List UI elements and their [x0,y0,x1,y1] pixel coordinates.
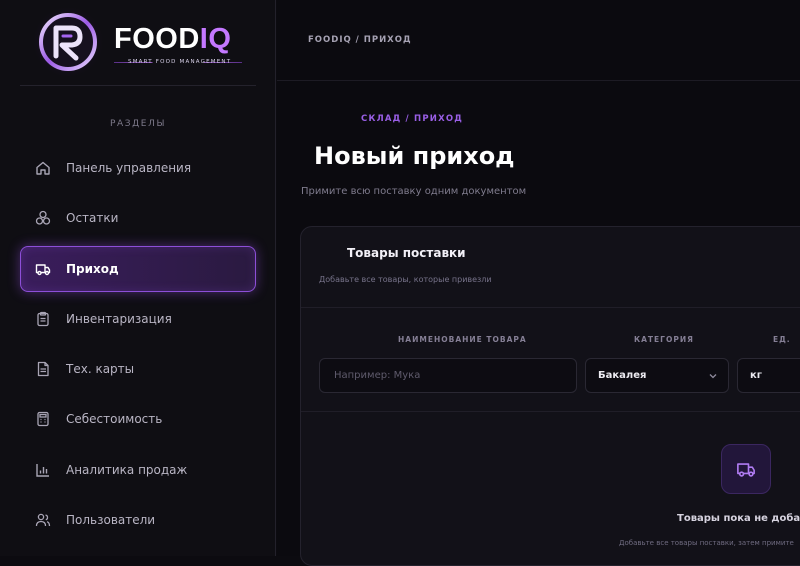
sidebar-item-label: Тех. карты [66,362,135,377]
sidebar-nav: Панель управления Остатки Приход Инвента… [20,145,256,547]
sidebar-item-stock[interactable]: Остатки [20,195,256,241]
category-select-value: Бакалея [598,370,647,381]
breadcrumb: FOODIQ / ПРИХОД [308,35,412,45]
product-name-input[interactable] [332,369,564,382]
sidebar-item-tech-cards[interactable]: Тех. карты [20,346,256,392]
category-select[interactable]: Бакалея [585,358,729,393]
sidebar-item-label: Пользователи [66,513,156,528]
chevron-down-icon [709,374,717,379]
page-subtitle: Примите всю поставку одним документом [301,186,527,197]
delivery-items-card: Товары поставки Добавьте все товары, кот… [300,226,800,566]
sidebar-item-sales-analytics[interactable]: Аналитика продаж [20,447,256,493]
sidebar-item-label: Аналитика продаж [66,462,188,477]
column-header-name: НАИМЕНОВАНИЕ ТОВАРА [398,335,527,344]
brand-tagline: SMART FOOD MANAGEMENT [128,59,232,65]
card-divider [301,411,800,412]
sidebar-item-dashboard[interactable]: Панель управления [20,145,256,191]
boxes-icon [35,210,51,226]
main-content: FOODIQ / ПРИХОД СКЛАД / ПРИХОД Новый при… [277,0,800,566]
card-subtitle: Добавьте все товары, которые привезли [319,275,492,284]
empty-state-icon-box [721,444,771,494]
calculator-icon [35,411,51,427]
empty-state-title: Товары пока не добавле [677,513,800,524]
unit-select-value: кг [750,370,763,381]
truck-icon [737,463,755,477]
sidebar: FOODIQ SMART FOOD MANAGEMENT РАЗДЕЛЫ Пан… [0,0,276,556]
sidebar-item-cost[interactable]: Себестоимость [20,396,256,442]
card-divider [301,307,800,308]
bar-chart-icon [35,462,51,478]
card-title: Товары поставки [347,246,466,260]
sidebar-item-receiving[interactable]: Приход [20,245,256,292]
logo-emblem-icon [33,7,103,77]
truck-icon [35,261,51,277]
sidebar-item-inventory[interactable]: Инвентаризация [20,296,256,342]
clipboard-icon [35,311,51,327]
brand-logo[interactable]: FOODIQ SMART FOOD MANAGEMENT [30,4,250,84]
home-icon [35,160,51,176]
sidebar-divider [20,85,256,86]
sidebar-item-label: Инвентаризация [66,311,172,326]
document-icon [35,361,51,377]
users-icon [35,512,51,528]
sidebar-section-label: РАЗДЕЛЫ [110,119,166,129]
empty-state-subtitle: Добавьте все товары поставки, затем прим… [619,539,794,547]
sidebar-item-label: Панель управления [66,161,192,175]
page-kicker: СКЛАД / ПРИХОД [361,114,464,124]
page-title: Новый приход [314,142,515,170]
unit-select[interactable]: кг [737,358,800,393]
sidebar-item-label: Приход [66,261,119,276]
product-name-field[interactable] [319,358,577,393]
column-header-unit: ЕД. [773,335,791,344]
topbar-divider [277,80,800,81]
sidebar-item-label: Остатки [66,211,119,226]
sidebar-item-users[interactable]: Пользователи [20,497,256,543]
sidebar-item-label: Себестоимость [66,412,163,427]
brand-name: FOODIQ [114,23,232,55]
column-header-category: КАТЕГОРИЯ [634,335,694,344]
